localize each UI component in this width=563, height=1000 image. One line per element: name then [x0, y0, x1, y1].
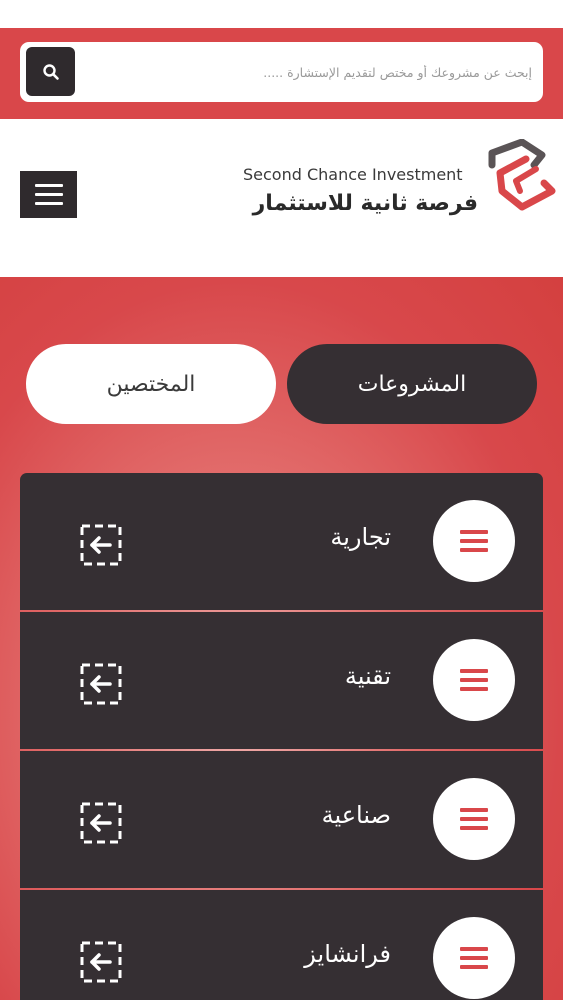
category-label: تجارية: [330, 523, 391, 551]
list-icon: [433, 500, 515, 582]
category-label: صناعية: [321, 801, 391, 829]
list-icon: [433, 778, 515, 860]
category-item-tech[interactable]: تقنية: [20, 612, 543, 749]
main-content: المشروعات المختصين تجارية تقنية صناعية ف…: [0, 277, 563, 1000]
list-icon: [433, 917, 515, 999]
second-chance-logo-icon: [488, 139, 556, 211]
search-input[interactable]: [86, 47, 532, 97]
enter-icon[interactable]: [80, 941, 122, 983]
search-bar: [0, 28, 563, 119]
category-list: تجارية تقنية صناعية فرانشايز: [20, 473, 543, 1000]
search-icon: [42, 63, 59, 80]
enter-icon[interactable]: [80, 524, 122, 566]
tab-experts[interactable]: المختصين: [26, 344, 276, 424]
brand-name-arabic: فرصة ثانية للاستثمار: [252, 191, 478, 216]
status-bar: [0, 0, 563, 28]
hamburger-menu-icon: [34, 193, 63, 196]
hamburger-menu-icon: [34, 184, 63, 187]
category-item-commercial[interactable]: تجارية: [20, 473, 543, 610]
list-icon: [433, 639, 515, 721]
category-item-franchise[interactable]: فرانشايز: [20, 890, 543, 1000]
hamburger-menu-icon: [34, 202, 63, 205]
enter-icon[interactable]: [80, 802, 122, 844]
category-label: فرانشايز: [304, 940, 391, 968]
category-item-industrial[interactable]: صناعية: [20, 751, 543, 888]
tab-projects[interactable]: المشروعات: [287, 344, 537, 424]
menu-button[interactable]: [20, 171, 77, 218]
app-header: Second Chance Investment فرصة ثانية للاس…: [0, 119, 563, 277]
category-label: تقنية: [344, 662, 391, 690]
search-button[interactable]: [26, 47, 75, 96]
search-box: [20, 42, 543, 102]
brand-name-english: Second Chance Investment: [243, 165, 463, 184]
enter-icon[interactable]: [80, 663, 122, 705]
